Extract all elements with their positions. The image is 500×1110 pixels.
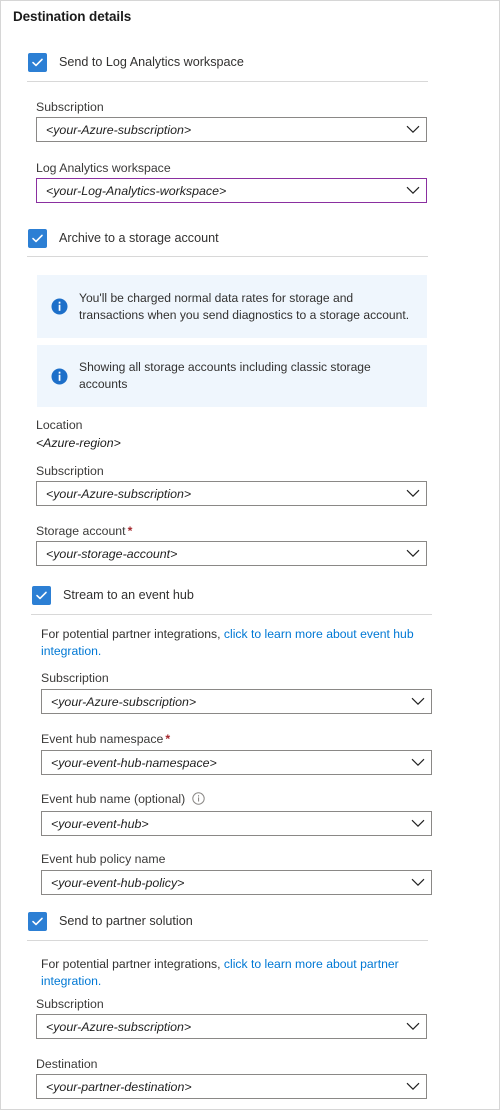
dropdown-value: <your-event-hub-policy> — [51, 875, 185, 890]
label-storage-subscription: Subscription — [36, 464, 104, 478]
checkbox-send-to-log-analytics-workspace[interactable]: Send to Log Analytics workspace — [28, 51, 244, 73]
divider — [27, 940, 428, 941]
divider — [31, 614, 432, 615]
label-text: Subscription — [36, 997, 104, 1011]
info-icon — [51, 368, 68, 384]
callout-storage-data-rates: You'll be charged normal data rates for … — [37, 275, 427, 338]
event-hub-partner-note: For potential partner integrations, clic… — [41, 626, 426, 660]
chevron-down-icon — [406, 1022, 420, 1031]
dropdown-storage-account[interactable]: <your-storage-account> — [36, 541, 427, 566]
callout-text: Showing all storage accounts including c… — [79, 360, 371, 391]
required-asterisk: * — [165, 732, 171, 746]
chevron-down-icon — [411, 758, 425, 767]
label-log-analytics-workspace: Log Analytics workspace — [36, 161, 171, 175]
dropdown-value: <your-Azure-subscription> — [46, 1019, 192, 1034]
info-icon — [51, 298, 68, 315]
chevron-down-icon — [411, 878, 425, 887]
label-event-hub-subscription: Subscription — [41, 671, 109, 685]
label-text: Subscription — [36, 100, 104, 114]
dropdown-value: <your-event-hub-namespace> — [51, 755, 217, 770]
label-text: Storage account — [36, 524, 126, 538]
chevron-down-icon — [406, 125, 420, 134]
divider — [27, 256, 428, 257]
checkbox-label: Send to partner solution — [59, 914, 193, 928]
note-prefix: For potential partner integrations, — [41, 957, 224, 971]
dropdown-event-hub-subscription[interactable]: <your-Azure-subscription> — [41, 689, 432, 714]
dropdown-event-hub-name[interactable]: <your-event-hub> — [41, 811, 432, 836]
label-event-hub-namespace: Event hub namespace * — [41, 732, 170, 746]
chevron-down-icon — [406, 549, 420, 558]
callout-text: You'll be charged normal data rates for … — [79, 290, 410, 322]
label-event-hub-policy-name: Event hub policy name — [41, 852, 165, 866]
checkbox-label: Send to Log Analytics workspace — [59, 55, 244, 69]
dropdown-value: <your-Log-Analytics-workspace> — [46, 183, 227, 198]
dropdown-value: <your-event-hub> — [51, 816, 149, 831]
dropdown-log-analytics-workspace[interactable]: <your-Log-Analytics-workspace> — [36, 178, 427, 203]
info-circle-icon[interactable] — [192, 792, 205, 808]
checkmark-icon — [28, 911, 47, 931]
divider — [27, 81, 428, 82]
chevron-down-icon — [406, 489, 420, 498]
checkbox-send-to-partner-solution[interactable]: Send to partner solution — [28, 910, 193, 932]
page-title: Destination details — [13, 9, 132, 24]
label-text: Subscription — [36, 464, 104, 478]
checkmark-icon — [28, 52, 47, 72]
label-storage-account: Storage account * — [36, 524, 132, 538]
label-text: Subscription — [41, 671, 109, 685]
label-partner-subscription: Subscription — [36, 997, 104, 1011]
checkbox-archive-to-storage-account[interactable]: Archive to a storage account — [28, 227, 219, 249]
label-partner-destination: Destination — [36, 1057, 98, 1071]
destination-details-panel: Destination details Send to Log Analytic… — [0, 0, 500, 1110]
dropdown-partner-destination[interactable]: <your-partner-destination> — [36, 1074, 427, 1099]
required-asterisk: * — [127, 524, 133, 538]
dropdown-partner-subscription[interactable]: <your-Azure-subscription> — [36, 1014, 427, 1039]
checkbox-label: Archive to a storage account — [59, 231, 219, 245]
chevron-down-icon — [406, 1082, 420, 1091]
chevron-down-icon — [411, 819, 425, 828]
checkbox-label: Stream to an event hub — [63, 588, 194, 602]
label-storage-location: Location — [36, 418, 83, 432]
dropdown-event-hub-namespace[interactable]: <your-event-hub-namespace> — [41, 750, 432, 775]
value-storage-location: <Azure-region> — [36, 436, 121, 450]
dropdown-log-analytics-subscription[interactable]: <your-Azure-subscription> — [36, 117, 427, 142]
label-log-analytics-subscription: Subscription — [36, 100, 104, 114]
dropdown-value: <your-Azure-subscription> — [51, 694, 197, 709]
dropdown-value: <your-partner-destination> — [46, 1079, 192, 1094]
partner-integration-note: For potential partner integrations, clic… — [41, 956, 401, 990]
checkmark-icon — [32, 585, 51, 605]
label-event-hub-name: Event hub name (optional) — [41, 792, 205, 808]
callout-showing-classic-storage: Showing all storage accounts including c… — [37, 345, 427, 407]
dropdown-event-hub-policy-name[interactable]: <your-event-hub-policy> — [41, 870, 432, 895]
checkmark-icon — [28, 228, 47, 248]
dropdown-value: <your-Azure-subscription> — [46, 486, 192, 501]
dropdown-value: <your-Azure-subscription> — [46, 122, 192, 137]
label-text: Log Analytics workspace — [36, 161, 171, 175]
label-text: Event hub policy name — [41, 852, 166, 866]
label-text: Event hub namespace — [41, 732, 164, 746]
chevron-down-icon — [411, 697, 425, 706]
dropdown-storage-subscription[interactable]: <your-Azure-subscription> — [36, 481, 427, 506]
label-text: Event hub name (optional) — [41, 792, 186, 806]
label-text: Location — [36, 418, 83, 432]
checkbox-stream-to-event-hub[interactable]: Stream to an event hub — [32, 584, 194, 606]
note-prefix: For potential partner integrations, — [41, 627, 224, 641]
chevron-down-icon — [406, 186, 420, 195]
label-text: Destination — [36, 1057, 98, 1071]
dropdown-value: <your-storage-account> — [46, 546, 178, 561]
